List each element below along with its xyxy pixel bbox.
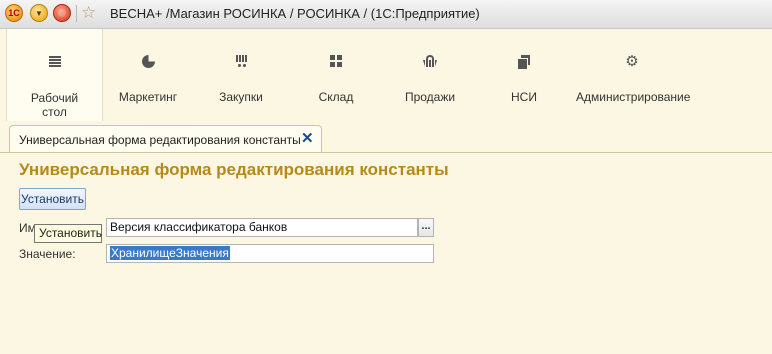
section-desktop[interactable]: Рабочий стол xyxy=(6,29,103,121)
window-title: ВЕСНА+ /Магазин РОСИНКА / РОСИНКА / (1С:… xyxy=(110,6,480,21)
set-button[interactable]: Установить xyxy=(19,188,86,210)
section-label: Продажи xyxy=(404,90,456,104)
close-icon[interactable]: ✕ xyxy=(301,131,314,146)
app-logo-icon[interactable]: 1С xyxy=(5,4,23,22)
section-warehouse[interactable]: Склад xyxy=(300,29,372,121)
list-icon xyxy=(48,55,61,67)
pie-chart-icon xyxy=(141,54,155,68)
section-label: Закупки xyxy=(219,90,263,104)
value-field[interactable]: ХранилищеЗначения xyxy=(106,244,434,263)
tab-constant-editor[interactable]: Универсальная форма редактирования конст… xyxy=(9,125,322,152)
cart-icon xyxy=(234,55,248,67)
section-marketing[interactable]: Маркетинг xyxy=(108,29,188,121)
value-label: Значение: xyxy=(19,247,76,261)
section-label: Администрирование xyxy=(576,90,691,104)
gear-icon: ⚙ xyxy=(625,52,639,70)
section-label: Склад xyxy=(318,90,354,104)
favorites-star-icon[interactable]: ☆ xyxy=(81,3,96,23)
section-label: Рабочий стол xyxy=(30,91,79,119)
basket-icon xyxy=(423,55,437,67)
name-field[interactable]: Версия классификатора банков xyxy=(106,218,418,237)
section-label: НСИ xyxy=(511,90,537,104)
window-titlebar: 1С ▼ ☆ ВЕСНА+ /Магазин РОСИНКА / РОСИНКА… xyxy=(0,0,772,29)
books-icon xyxy=(518,54,530,69)
choose-button[interactable]: ... xyxy=(418,218,434,237)
open-windows-tabstrip: Универсальная форма редактирования конст… xyxy=(0,121,772,153)
history-button[interactable] xyxy=(53,4,71,22)
section-label: Маркетинг xyxy=(118,90,178,104)
section-nsi[interactable]: НСИ xyxy=(497,29,551,121)
constant-edit-form: Универсальная форма редактирования конст… xyxy=(0,153,772,354)
value-text-selected: ХранилищеЗначения xyxy=(110,246,230,260)
tab-label: Универсальная форма редактирования конст… xyxy=(19,133,301,147)
grid-icon xyxy=(330,55,342,67)
main-menu-button[interactable]: ▼ xyxy=(30,4,48,22)
section-administration[interactable]: ⚙ Администрирование xyxy=(576,29,691,121)
page-title: Универсальная форма редактирования конст… xyxy=(19,160,449,179)
section-purchases[interactable]: Закупки xyxy=(205,29,277,121)
section-panel: Рабочий стол Маркетинг Закупки Склад Про… xyxy=(0,29,772,121)
section-sales[interactable]: Продажи xyxy=(394,29,466,121)
titlebar-divider xyxy=(76,5,77,22)
tooltip: Установить xyxy=(34,224,102,243)
